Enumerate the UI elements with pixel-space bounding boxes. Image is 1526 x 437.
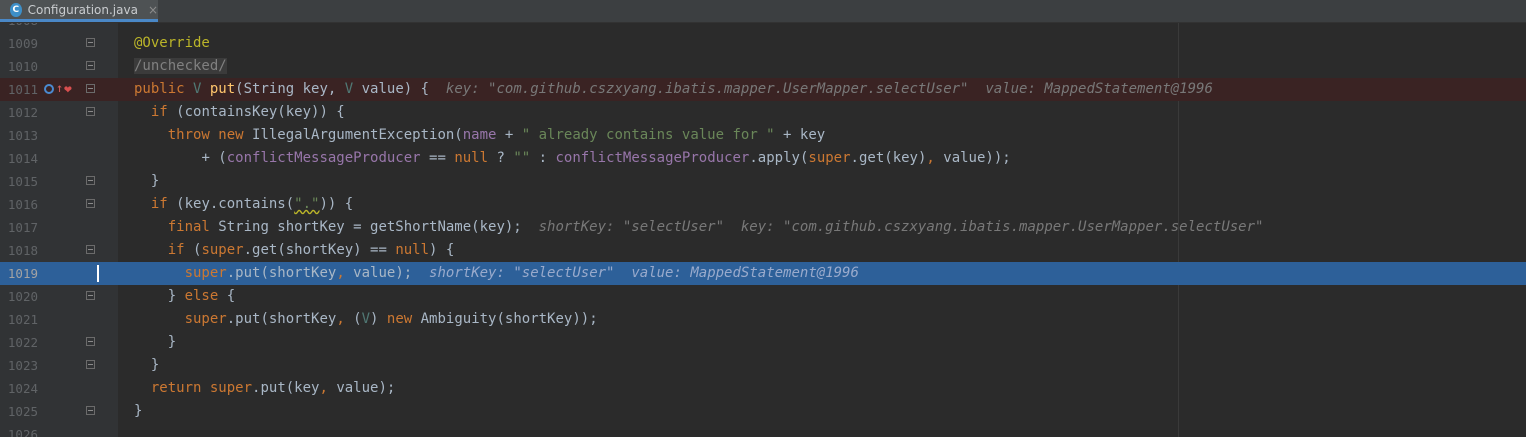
fold-marker-icon[interactable]: [86, 360, 95, 369]
code-line-current: 1019 super.put(shortKey, value); shortKe…: [0, 262, 1526, 285]
line-number: 1021: [7, 312, 38, 327]
code-text: }: [150, 173, 160, 189]
arrow-up-icon: ↑: [56, 81, 64, 95]
code-text: throw new IllegalArgumentException(name …: [167, 127, 826, 143]
tab-title: Configuration.java: [27, 2, 138, 17]
line-number: 1016: [7, 197, 38, 212]
code-text: super.put(shortKey, value); shortKey: "s…: [184, 265, 859, 281]
code-text: return super.put(key, value);: [150, 380, 396, 396]
code-line: 1026: [0, 423, 1526, 437]
code-line: 1010 /unchecked/: [0, 55, 1526, 78]
code-line: 1025 }: [0, 400, 1526, 423]
fold-marker-icon[interactable]: [86, 84, 95, 93]
code-line: 1009 @Override: [0, 32, 1526, 55]
line-number: 1013: [7, 128, 38, 143]
fold-marker-icon[interactable]: [86, 245, 95, 254]
line-number: 1015: [7, 174, 38, 189]
code-text: }: [134, 403, 143, 419]
line-number: 1010: [7, 59, 38, 74]
line-number: 1020: [7, 289, 38, 304]
fold-marker-icon[interactable]: [86, 38, 95, 47]
fold-marker-icon[interactable]: [86, 107, 95, 116]
line-number: 1014: [7, 151, 38, 166]
code-text: public V put(String key, V value) { key:…: [134, 81, 1213, 97]
code-line: 1023 }: [0, 354, 1526, 377]
code-text: if (super.get(shortKey) == null) {: [167, 242, 455, 258]
inline-debug-value: key: "com.github.cszxyang.ibatis.mapper.…: [445, 81, 1213, 97]
fold-marker-icon[interactable]: [86, 337, 95, 346]
code-text: @Override: [134, 35, 210, 51]
code-line: 1012 if (containsKey(key)) {: [0, 101, 1526, 124]
code-text: if (containsKey(key)) {: [150, 104, 345, 120]
code-line: 1008: [0, 23, 1526, 32]
code-line: 1018 if (super.get(shortKey) == null) {: [0, 239, 1526, 262]
code-line: 1014 + (conflictMessageProducer == null …: [0, 147, 1526, 170]
line-number: 1023: [7, 358, 38, 373]
code-line: 1021 super.put(shortKey, (V) new Ambigui…: [0, 308, 1526, 331]
line-number: 1018: [7, 243, 38, 258]
line-number: 1025: [7, 404, 38, 419]
code-line-breakpoint: 1011 ↑ ❤ public V put(String key, V valu…: [0, 78, 1526, 101]
fold-marker-icon[interactable]: [86, 176, 95, 185]
fold-marker-icon[interactable]: [86, 199, 95, 208]
code-text: + (conflictMessageProducer == null ? "" …: [201, 150, 1011, 166]
code-text: /unchecked/: [134, 58, 227, 74]
breakpoint-icon[interactable]: ❤: [64, 82, 72, 97]
line-number: 1022: [7, 335, 38, 350]
code-line: 1022 }: [0, 331, 1526, 354]
line-number: 1009: [7, 36, 38, 51]
java-class-icon: C: [10, 2, 22, 17]
inline-debug-value: shortKey: "selectUser" value: MappedStat…: [429, 265, 859, 281]
editor-tab-bar: C Configuration.java ×: [0, 0, 1526, 23]
code-text: }: [150, 357, 160, 373]
line-number: 1008: [0, 23, 38, 32]
fold-marker-icon[interactable]: [86, 291, 95, 300]
close-icon[interactable]: ×: [148, 3, 158, 17]
code-text: }: [167, 334, 177, 350]
code-line: 1024 return super.put(key, value);: [0, 377, 1526, 400]
override-icon[interactable]: [44, 84, 54, 94]
code-text: final String shortKey = getShortName(key…: [167, 219, 1264, 235]
code-line: 1020 } else {: [0, 285, 1526, 308]
inline-debug-value: shortKey: "selectUser" key: "com.github.…: [538, 219, 1264, 235]
code-line: 1015 }: [0, 170, 1526, 193]
line-number: 1011: [7, 82, 38, 97]
code-line: 1016 if (key.contains(".")) {: [0, 193, 1526, 216]
fold-marker-icon[interactable]: [86, 406, 95, 415]
text-caret: [97, 265, 99, 282]
code-text: if (key.contains(".")) {: [150, 196, 354, 212]
code-line: 1017 final String shortKey = getShortNam…: [0, 216, 1526, 239]
fold-marker-icon[interactable]: [86, 61, 95, 70]
line-number: 1017: [7, 220, 38, 235]
gutter-icons: ↑ ❤: [44, 81, 80, 98]
code-line: 1013 throw new IllegalArgumentException(…: [0, 124, 1526, 147]
line-number: 1024: [7, 381, 38, 396]
tab-configuration-java[interactable]: C Configuration.java ×: [0, 0, 158, 22]
code-editor[interactable]: 1008 1009 @Override 1010 /unchecked/ 101…: [0, 23, 1526, 437]
line-number: 1026: [7, 427, 38, 437]
code-text: } else {: [167, 288, 236, 304]
code-text: super.put(shortKey, (V) new Ambiguity(sh…: [184, 311, 598, 327]
line-number: 1012: [7, 105, 38, 120]
line-number: 1019: [7, 266, 38, 281]
